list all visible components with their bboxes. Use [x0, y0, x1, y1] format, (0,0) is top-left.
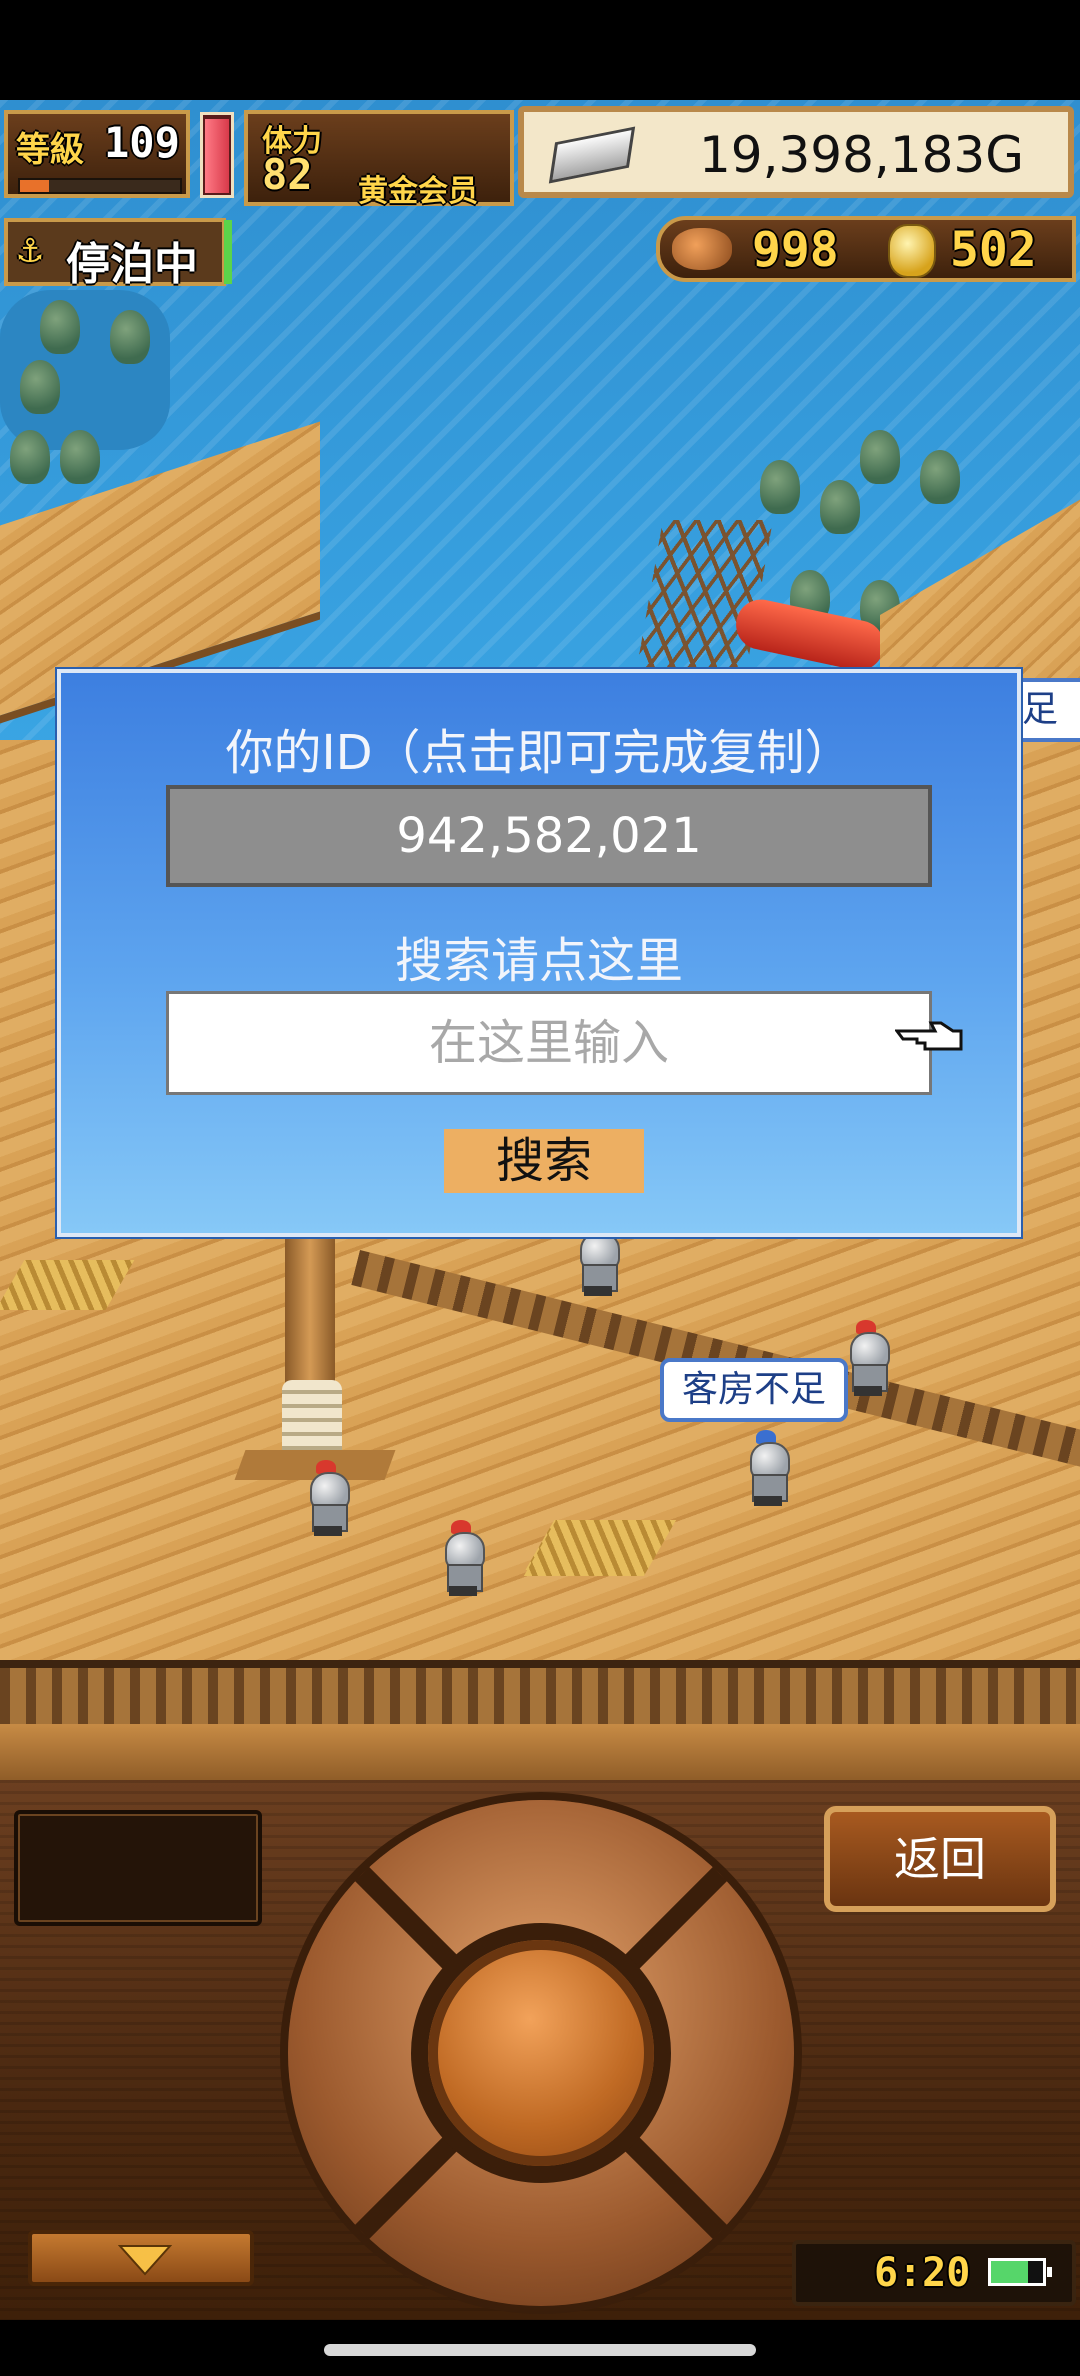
sailor-sprite[interactable]	[840, 1320, 896, 1396]
stamina-gauge-fill	[205, 119, 229, 193]
tree	[920, 450, 960, 504]
collapse-button[interactable]	[28, 2230, 254, 2286]
anchor-status[interactable]: ⚓ 停泊中	[4, 218, 226, 290]
tree	[10, 430, 50, 484]
clock-text: 6:20	[874, 2250, 971, 2296]
stamina-gauge	[200, 112, 234, 198]
speech-bubble: 客房不足	[660, 1358, 848, 1422]
hull	[0, 1724, 1080, 1780]
dpad-center-button[interactable]	[428, 1940, 654, 2166]
medal-icon	[888, 224, 936, 278]
chevron-down-icon	[118, 2245, 172, 2276]
battery-icon	[988, 2258, 1052, 2286]
sailor-sprite[interactable]	[300, 1460, 356, 1536]
tree	[860, 430, 900, 484]
home-indicator[interactable]	[324, 2344, 756, 2356]
membership-label: 黄金会员	[358, 174, 478, 209]
tree	[60, 430, 100, 484]
money-panel: 19,398,183G	[518, 106, 1074, 198]
speech-bubble-text: 客房不足	[681, 1369, 826, 1410]
exp-bar-fill	[20, 180, 49, 192]
search-label: 搜索请点这里	[394, 933, 683, 989]
resource-2-value: 502	[950, 222, 1037, 278]
food-icon	[672, 228, 732, 270]
tree	[760, 460, 800, 514]
mast-rope	[282, 1380, 342, 1460]
sailor-sprite[interactable]	[435, 1520, 491, 1596]
tree	[40, 300, 80, 354]
id-label: 你的ID（点击即可完成复制）	[225, 725, 853, 781]
status-bar	[0, 0, 1080, 100]
tree	[820, 480, 860, 534]
edge-bubble-text: 足	[1022, 689, 1059, 730]
stamina-value: 82	[262, 150, 313, 199]
stamina-box: 体力 82 黄金会员	[244, 110, 514, 209]
resource-1-value: 998	[752, 222, 839, 278]
anchor-indicator	[224, 220, 232, 284]
search-input[interactable]	[166, 991, 932, 1095]
back-button[interactable]: 返回	[824, 1806, 1056, 1912]
tree	[20, 360, 60, 414]
pointing-hand-icon	[894, 1017, 965, 1057]
money-value: 19,398,183G	[698, 126, 1024, 184]
outer-railing	[0, 1660, 1080, 1732]
anchor-icon: ⚓	[18, 226, 43, 272]
level-box: 等級 109	[4, 110, 190, 198]
player-id-box[interactable]: 942,582,021	[166, 785, 932, 887]
direction-pad[interactable]	[288, 1800, 794, 2306]
minimap-slot[interactable]	[14, 1810, 262, 1926]
control-panel: 返回 6:20	[0, 1780, 1080, 2320]
exp-bar	[18, 178, 182, 194]
id-search-dialog: 你的ID（点击即可完成复制） 942,582,021 搜索请点这里 搜索	[57, 669, 1021, 1237]
battery-fill	[991, 2261, 1029, 2283]
sailor-sprite[interactable]	[740, 1430, 796, 1506]
level-label: 等級	[16, 130, 84, 170]
anchor-status-text: 停泊中	[66, 239, 198, 290]
silver-bar-icon	[548, 126, 636, 184]
level-value: 109	[104, 118, 180, 167]
back-button-label: 返回	[894, 1832, 986, 1886]
search-button[interactable]: 搜索	[444, 1129, 644, 1193]
resource-panel: 998 502	[656, 216, 1076, 282]
tree	[110, 310, 150, 364]
clock-box: 6:20	[792, 2240, 1076, 2306]
